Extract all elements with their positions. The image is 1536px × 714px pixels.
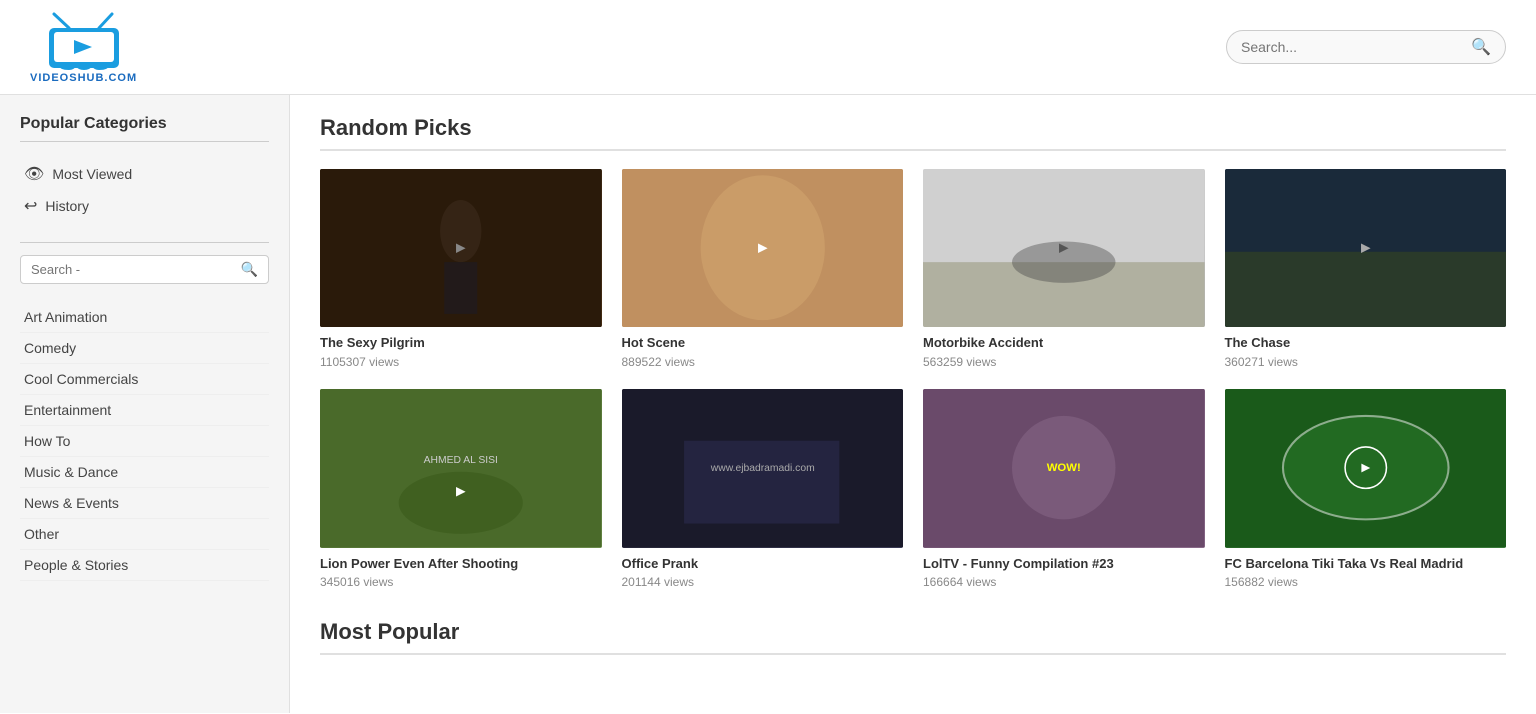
sidebar-title: Popular Categories [20,115,269,142]
header: VIDEOSHUB.COM 🔍 [0,0,1536,95]
video-card-the-chase[interactable]: ▶ The Chase 360271 views [1225,169,1507,369]
logo-icon [44,10,124,70]
sidebar-item-history[interactable]: ↩ History [20,190,269,222]
video-thumb-office-prank: www.ejbadramadi.com [622,389,904,547]
svg-text:▶: ▶ [1361,462,1370,474]
video-title-office-prank: Office Prank [622,556,904,573]
category-music-dance[interactable]: Music & Dance [20,457,269,488]
video-views-motorbike-accident: 563259 views [923,355,1205,369]
main-content: Random Picks ▶ The Sexy Pilgrim 1105307 … [290,95,1536,713]
sidebar-item-history-label: History [45,198,89,214]
category-art-animation[interactable]: Art Animation [20,302,269,333]
video-card-hot-scene[interactable]: ▶ Hot Scene 889522 views [622,169,904,369]
history-icon: ↩ [24,196,37,216]
sidebar-item-most-viewed-label: Most Viewed [52,166,132,182]
video-thumb-lion-power: AHMED AL SISI ▶ [320,389,602,547]
sidebar-nav: 👁 Most Viewed ↩ History [20,158,269,222]
video-thumb-barca: ▶ [1225,389,1507,547]
video-thumb-sexy-pilgrim: ▶ [320,169,602,327]
svg-text:▶: ▶ [456,484,466,498]
category-entertainment[interactable]: Entertainment [20,395,269,426]
video-title-hot-scene: Hot Scene [622,335,904,352]
video-thumb-motorbike-accident: ▶ [923,169,1205,327]
video-card-motorbike-accident[interactable]: ▶ Motorbike Accident 563259 views [923,169,1205,369]
random-picks-title: Random Picks [320,115,1506,151]
video-views-hot-scene: 889522 views [622,355,904,369]
sidebar-item-most-viewed[interactable]: 👁 Most Viewed [20,158,269,190]
video-views-sexy-pilgrim: 1105307 views [320,355,602,369]
video-title-motorbike-accident: Motorbike Accident [923,335,1205,352]
video-title-the-chase: The Chase [1225,335,1507,352]
header-search-container: 🔍 [1226,30,1506,64]
random-picks-grid: ▶ The Sexy Pilgrim 1105307 views ▶ Hot S… [320,169,1506,589]
category-list: Art Animation Comedy Cool Commercials En… [20,302,269,581]
category-people-stories[interactable]: People & Stories [20,550,269,581]
video-thumb-the-chase: ▶ [1225,169,1507,327]
sidebar-search-input[interactable] [31,262,241,277]
video-title-barca: FC Barcelona Tiki Taka Vs Real Madrid [1225,556,1507,573]
svg-text:▶: ▶ [1360,240,1370,254]
svg-text:WOW!: WOW! [1047,462,1081,474]
category-news-events[interactable]: News & Events [20,488,269,519]
category-other[interactable]: Other [20,519,269,550]
video-card-office-prank[interactable]: www.ejbadramadi.com Office Prank 201144 … [622,389,904,589]
svg-text:www.ejbadramadi.com: www.ejbadramadi.com [709,463,814,474]
video-thumb-loltv: WOW! [923,389,1205,547]
category-cool-commercials[interactable]: Cool Commercials [20,364,269,395]
svg-text:▶: ▶ [757,240,767,254]
header-search-input[interactable] [1241,39,1471,55]
svg-text:AHMED AL SISI: AHMED AL SISI [424,455,498,466]
header-search-button[interactable]: 🔍 [1471,37,1491,57]
video-card-lion-power[interactable]: AHMED AL SISI ▶ Lion Power Even After Sh… [320,389,602,589]
video-card-barca[interactable]: ▶ FC Barcelona Tiki Taka Vs Real Madrid … [1225,389,1507,589]
video-views-office-prank: 201144 views [622,575,904,589]
main-layout: Popular Categories 👁 Most Viewed ↩ Histo… [0,95,1536,713]
svg-text:▶: ▶ [456,240,466,254]
video-views-the-chase: 360271 views [1225,355,1507,369]
video-title-lion-power: Lion Power Even After Shooting [320,556,602,573]
sidebar-search-container: 🔍 [20,255,269,284]
category-how-to[interactable]: How To [20,426,269,457]
logo[interactable]: VIDEOSHUB.COM [30,10,137,84]
sidebar: Popular Categories 👁 Most Viewed ↩ Histo… [0,95,290,713]
sidebar-divider-1 [20,242,269,243]
video-title-sexy-pilgrim: The Sexy Pilgrim [320,335,602,352]
video-title-loltv: LolTV - Funny Compilation #23 [923,556,1205,573]
video-views-loltv: 166664 views [923,575,1205,589]
video-views-barca: 156882 views [1225,575,1507,589]
video-views-lion-power: 345016 views [320,575,602,589]
most-popular-title: Most Popular [320,619,1506,655]
category-comedy[interactable]: Comedy [20,333,269,364]
svg-text:▶: ▶ [1059,240,1069,254]
logo-text: VIDEOSHUB.COM [30,72,137,84]
video-thumb-hot-scene: ▶ [622,169,904,327]
video-card-loltv[interactable]: WOW! LolTV - Funny Compilation #23 16666… [923,389,1205,589]
sidebar-search-icon[interactable]: 🔍 [241,261,258,278]
eye-icon: 👁 [24,164,44,184]
video-card-sexy-pilgrim[interactable]: ▶ The Sexy Pilgrim 1105307 views [320,169,602,369]
